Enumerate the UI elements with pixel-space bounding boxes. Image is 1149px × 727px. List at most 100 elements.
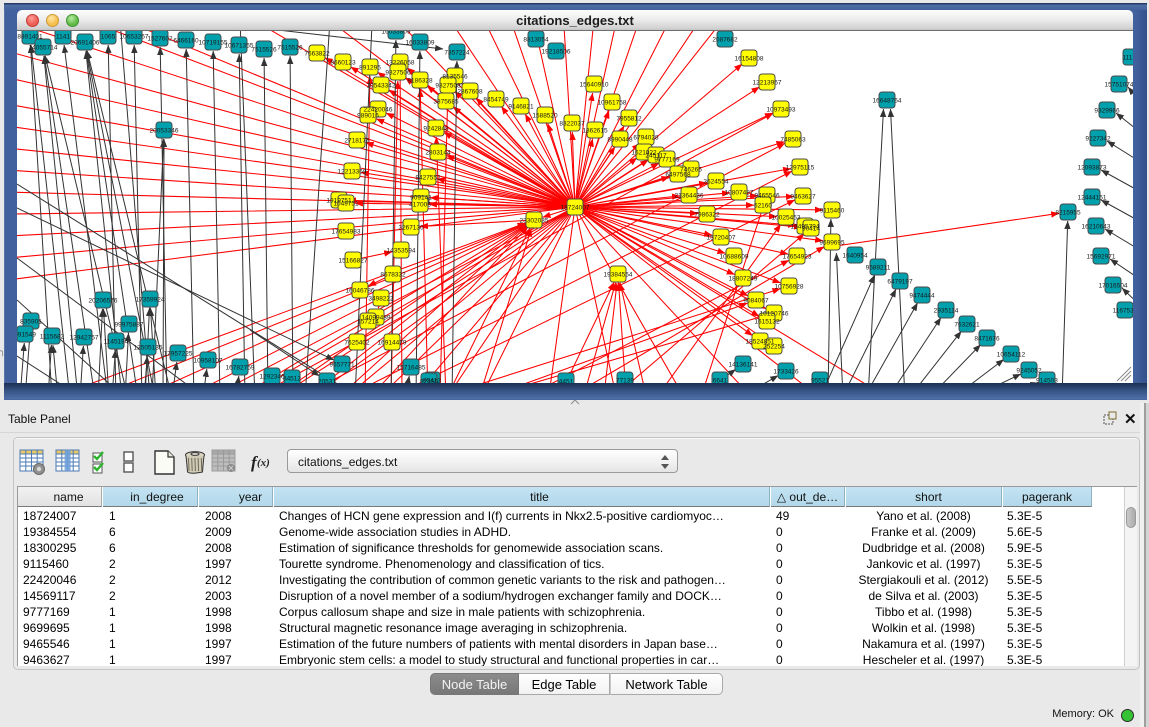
svg-text:7986322: 7986322	[694, 212, 720, 219]
svg-text:99975887: 99975887	[115, 322, 144, 329]
svg-text:10961758: 10961758	[598, 100, 627, 107]
svg-text:16648764: 16648764	[873, 98, 902, 105]
svg-text:15716485: 15716485	[397, 365, 426, 372]
svg-text:12444151: 12444151	[1078, 195, 1107, 202]
svg-text:16914479: 16914479	[378, 340, 407, 347]
svg-text:8678332: 8678332	[380, 272, 406, 279]
svg-text:20206576: 20206576	[89, 298, 118, 305]
svg-text:20053346: 20053346	[150, 128, 179, 135]
svg-text:989016: 989016	[357, 113, 379, 120]
svg-text:6794028: 6794028	[633, 135, 659, 142]
svg-text:21364436: 21364436	[675, 193, 704, 200]
svg-text:3875685: 3875685	[433, 99, 459, 106]
svg-text:8891401: 8891401	[17, 34, 43, 41]
svg-text:1049751: 1049751	[333, 201, 359, 208]
svg-text:6641: 6641	[713, 378, 728, 384]
svg-text:15640910: 15640910	[580, 82, 609, 89]
svg-text:9227342: 9227342	[1085, 136, 1111, 143]
svg-text:7663822: 7663822	[304, 51, 330, 58]
svg-text:9084067: 9084067	[743, 298, 769, 305]
svg-text:15751074: 15751074	[1105, 82, 1133, 89]
svg-text:17016504: 17016504	[1099, 283, 1128, 290]
svg-text:11127: 11127	[1122, 55, 1133, 62]
svg-text:9115460: 9115460	[820, 208, 845, 215]
svg-text:1527602: 1527602	[147, 36, 173, 43]
svg-text:10688609: 10688609	[720, 254, 749, 261]
svg-text:1615132: 1615132	[754, 319, 780, 326]
svg-text:1292346: 1292346	[259, 374, 285, 381]
svg-text:4451: 4451	[559, 379, 574, 384]
svg-text:835901: 835901	[20, 319, 42, 326]
svg-text:7515526: 7515526	[277, 45, 303, 52]
svg-text:417006: 417006	[409, 202, 431, 209]
svg-text:914503: 914503	[1036, 378, 1058, 384]
svg-text:14136141: 14136141	[729, 362, 758, 369]
svg-text:17654923: 17654923	[783, 254, 812, 261]
svg-text:8471676: 8471676	[974, 336, 1000, 343]
svg-text:8454749: 8454749	[483, 97, 509, 104]
svg-text:9327506: 9327506	[385, 70, 411, 77]
svg-text:909141: 909141	[410, 195, 432, 202]
svg-text:7357224: 7357224	[444, 50, 470, 57]
svg-text:7632621: 7632621	[954, 322, 980, 329]
svg-text:9657771: 9657771	[329, 362, 355, 369]
svg-text:14353594: 14353594	[387, 248, 416, 255]
svg-text:12213369: 12213369	[338, 169, 367, 176]
svg-text:8186328: 8186328	[407, 78, 433, 85]
svg-text:62160: 62160	[754, 203, 772, 210]
svg-text:77139: 77139	[616, 378, 634, 384]
svg-text:8660123: 8660123	[330, 60, 356, 67]
svg-text:1115682: 1115682	[40, 334, 65, 341]
svg-text:2087682: 2087682	[712, 37, 738, 44]
svg-text:17359924: 17359924	[136, 297, 165, 304]
svg-text:7955812: 7955812	[616, 116, 642, 123]
svg-text:18724007: 18724007	[561, 205, 590, 212]
svg-text:391549: 391549	[17, 332, 36, 339]
svg-text:14055714: 14055714	[29, 45, 58, 52]
svg-text:252254: 252254	[763, 344, 785, 351]
svg-text:10719155: 10719155	[199, 40, 228, 47]
svg-text:17957225: 17957225	[164, 351, 193, 358]
svg-text:1167533: 1167533	[1113, 308, 1133, 315]
svg-text:9146821: 9146821	[508, 104, 534, 111]
svg-text:10756928: 10756928	[775, 284, 804, 291]
svg-text:84512: 84512	[283, 376, 301, 383]
svg-text:12975115: 12975115	[786, 165, 815, 172]
svg-text:16033809: 16033809	[382, 31, 411, 36]
svg-text:10671355: 10671355	[225, 43, 254, 50]
svg-text:3267130: 3267130	[398, 225, 424, 232]
svg-text:20531: 20531	[318, 379, 336, 384]
svg-text:12505135: 12505135	[134, 345, 163, 352]
svg-text:(x): (x)	[257, 457, 270, 469]
svg-text:15166827: 15166827	[339, 258, 368, 265]
svg-text:10807487: 10807487	[725, 190, 754, 197]
svg-text:1141: 1141	[56, 34, 70, 41]
svg-text:12093873: 12093873	[1078, 165, 1107, 172]
svg-text:10025453: 10025453	[772, 215, 801, 222]
svg-text:9463627: 9463627	[790, 194, 816, 201]
svg-text:1640954: 1640954	[842, 253, 868, 260]
svg-text:95521: 95521	[811, 378, 829, 384]
svg-text:891295: 891295	[359, 65, 381, 72]
svg-text:9777169: 9777169	[654, 157, 680, 164]
svg-text:19384554: 19384554	[604, 272, 633, 279]
svg-text:10654112: 10654112	[997, 352, 1026, 359]
svg-text:15692971: 15692971	[1087, 254, 1116, 261]
svg-text:8813054: 8813054	[523, 37, 549, 44]
svg-text:20691406: 20691406	[71, 40, 100, 47]
svg-text:9245052: 9245052	[1016, 368, 1042, 375]
svg-text:6479197: 6479197	[887, 279, 913, 286]
svg-text:16033809: 16033809	[406, 40, 435, 47]
svg-text:23302035: 23302035	[520, 218, 549, 225]
svg-text:16046786: 16046786	[346, 288, 375, 295]
svg-text:16154808: 16154808	[735, 56, 764, 63]
svg-text:15720407: 15720407	[707, 235, 736, 242]
svg-text:9465546: 9465546	[754, 193, 780, 200]
svg-text:1065: 1065	[101, 34, 116, 41]
svg-text:17654983: 17654983	[332, 229, 361, 236]
svg-text:19218506: 19218506	[542, 49, 571, 56]
svg-text:8427552: 8427552	[415, 175, 441, 182]
svg-text:18807249: 18807249	[729, 276, 758, 283]
svg-text:157214: 157214	[357, 319, 379, 326]
svg-text:2718176: 2718176	[344, 138, 370, 145]
